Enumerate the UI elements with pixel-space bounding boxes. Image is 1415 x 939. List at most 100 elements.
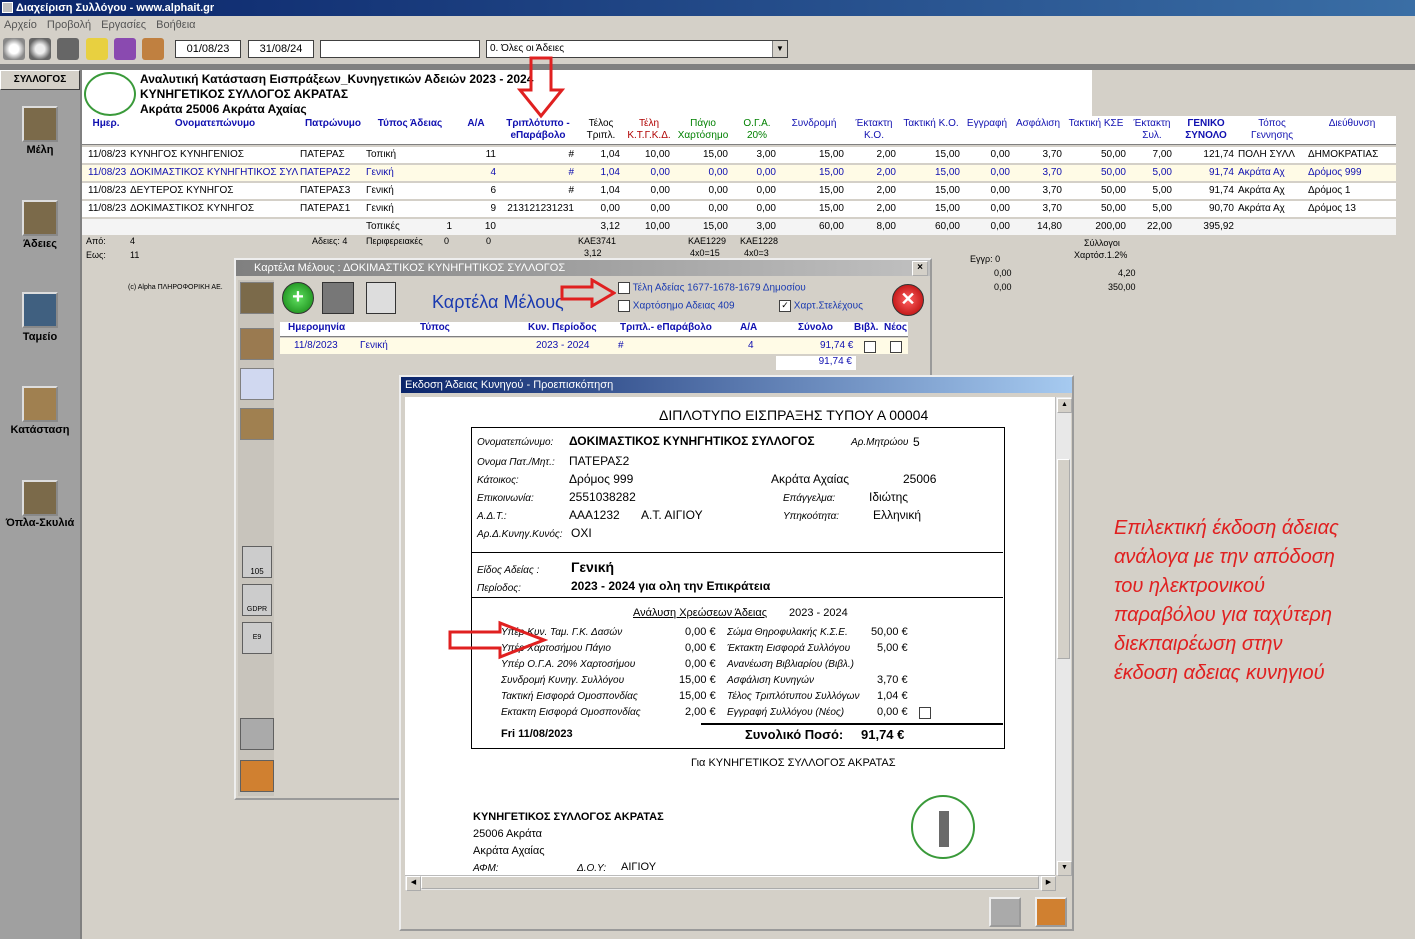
- check-public-fees-label: Τέλη Αδείας 1677-1678-1679 Δημοσίου: [632, 282, 806, 294]
- zero-value-2: 0,00: [994, 282, 1012, 292]
- member-grid-header: Ημερομηνία Τύπος Κυν. Περίοδος Τριπλ.- e…: [280, 322, 908, 337]
- member-card-titlebar: Καρτέλα Μέλους : ΔΟΚΙΜΑΣΤΙΚΟΣ ΚΥΝΗΓΗΤΙΚΟ…: [236, 260, 930, 276]
- scroll-thumb[interactable]: [421, 876, 1039, 889]
- dog-icon[interactable]: [240, 408, 274, 440]
- cell: 60,00: [934, 221, 960, 232]
- checkbox-checked[interactable]: ✓: [779, 300, 791, 312]
- date-to-input[interactable]: 31/08/24: [248, 40, 314, 58]
- dog-icon[interactable]: [22, 386, 58, 422]
- calculator-icon[interactable]: [366, 282, 396, 314]
- scroll-up-icon[interactable]: ▲: [1057, 398, 1072, 413]
- father-value: ΠΑΤΕΡΑΣ2: [569, 454, 630, 468]
- preview-vertical-scrollbar[interactable]: ▲ ▼: [1055, 397, 1072, 876]
- add-icon[interactable]: [3, 38, 25, 60]
- for-club: Για ΚΥΝΗΓΕΤΙΚΟΣ ΣΥΛΛΟΓΟΣ ΑΚΡΑΤΑΣ: [691, 757, 896, 769]
- sidebar-item-cash[interactable]: Ταμείο: [0, 331, 80, 343]
- notes-icon[interactable]: [86, 38, 108, 60]
- cell: 0,00: [650, 203, 670, 214]
- cell: 50,00: [1100, 149, 1126, 160]
- checkbox[interactable]: [864, 341, 876, 353]
- member-grid-row[interactable]: 11/8/2023 Γενική 2023 - 2024 # 4 91,74 €: [280, 338, 908, 354]
- checkbox[interactable]: [618, 282, 630, 294]
- doc-date: Fri 11/08/2023: [501, 728, 573, 740]
- cell: 10,00: [644, 221, 670, 232]
- close-icon[interactable]: ×: [912, 261, 928, 276]
- charge-value: 0,00 €: [685, 642, 716, 654]
- annotation-arrow-right-icon: [560, 278, 616, 308]
- charge-value: 15,00 €: [679, 690, 716, 702]
- cash-icon[interactable]: [22, 292, 58, 328]
- hunter-dog-icon[interactable]: [22, 480, 58, 516]
- col-type: Τύπος: [420, 322, 450, 333]
- preview-horizontal-scrollbar[interactable]: ◀ ▶: [405, 875, 1056, 891]
- print-icon[interactable]: [322, 282, 354, 314]
- divider: [471, 597, 1003, 598]
- exit-icon[interactable]: [240, 760, 274, 792]
- delete-icon[interactable]: [29, 38, 51, 60]
- col-license-type: Τύπος Άδειας: [377, 118, 443, 129]
- cell: 213121231231: [507, 203, 574, 214]
- check-staff-stamp[interactable]: ✓ Χαρτ.Στελέχους: [779, 300, 863, 312]
- form-105-icon[interactable]: 105: [242, 546, 272, 578]
- table-row[interactable]: 11/08/23 ΔΕΥΤΕΡΟΣ ΚΥΝΗΓΟΣ ΠΑΤΕΡΑΣ3 Γενικ…: [82, 183, 1396, 200]
- sidebar-item-status[interactable]: Κατάσταση: [0, 424, 80, 436]
- annotation-text: Επιλεκτική έκδοση άδειας ανάλογα με την …: [1114, 514, 1410, 688]
- exit-button[interactable]: [1035, 897, 1067, 927]
- col-fee: Τέλος Τριπλ.: [586, 118, 616, 141]
- search-input[interactable]: [320, 40, 480, 58]
- app-icon[interactable]: [2, 2, 13, 13]
- close-record-button[interactable]: ✕: [892, 284, 924, 316]
- menu-tasks[interactable]: Εργασίες: [101, 19, 146, 31]
- divider: [701, 723, 1003, 725]
- license-icon[interactable]: [22, 200, 58, 236]
- menu-help[interactable]: Βοήθεια: [156, 19, 195, 31]
- books-icon[interactable]: [114, 38, 136, 60]
- add-record-button[interactable]: +: [282, 282, 314, 314]
- col-new: Νέος: [884, 322, 908, 333]
- cell: Γενική: [366, 185, 394, 196]
- hunter-icon[interactable]: [240, 282, 274, 314]
- chevron-down-icon[interactable]: ▼: [772, 41, 787, 57]
- col-aa: Α/Α: [740, 322, 758, 333]
- doc-title: ΔΙΠΛΟΤΥΠΟ ΕΙΣΠΡΑΞΗΣ ΤΥΠΟΥ Α 00004: [659, 407, 929, 423]
- toolbar: 01/08/23 31/08/24 0. Όλες οι Άδειες ▼: [0, 34, 1415, 65]
- cell: 10,00: [644, 149, 670, 160]
- sidebar-item-members[interactable]: Μέλη: [0, 144, 80, 156]
- scroll-thumb[interactable]: [1057, 459, 1070, 659]
- menu-file[interactable]: Αρχείο: [4, 19, 37, 31]
- license-icon[interactable]: [240, 328, 274, 360]
- checkbox[interactable]: [919, 707, 931, 719]
- sidebar-item-licenses[interactable]: Άδειες: [0, 238, 80, 250]
- table-row-selected[interactable]: 11/08/23 ΔΟΚΙΜΑΣΤΙΚΟΣ ΚΥΝΗΓΗΤΙΚΟΣ ΣΥΛ ΠΑ…: [82, 165, 1396, 182]
- cell: 15,00: [818, 149, 844, 160]
- check-public-fees[interactable]: Τέλη Αδείας 1677-1678-1679 Δημοσίου: [618, 282, 806, 294]
- charge-value: 50,00 €: [871, 626, 908, 638]
- print-icon[interactable]: [240, 718, 274, 750]
- scroll-left-icon[interactable]: ◀: [406, 876, 421, 891]
- exit-icon[interactable]: [142, 38, 164, 60]
- report-title: Αναλυτική Κατάσταση Εισπράξεων_Κυνηγετικ…: [140, 72, 534, 86]
- charges-title: Ανάλυση Χρεώσεων Άδειας: [633, 607, 768, 619]
- form-e9-icon[interactable]: Ε9: [242, 622, 272, 654]
- mail-info-icon[interactable]: [240, 368, 274, 400]
- hunter-icon[interactable]: [22, 106, 58, 142]
- print-icon[interactable]: [57, 38, 79, 60]
- checkbox[interactable]: [618, 300, 630, 312]
- check-stamp[interactable]: Χαρτόσημο Αδειας 409: [618, 300, 735, 312]
- gdpr-icon[interactable]: GDPR: [242, 584, 272, 616]
- table-row[interactable]: 11/08/23 ΔΟΚΙΜΑΣΤΙΚΟΣ ΚΥΝΗΓΟΣ ΠΑΤΕΡΑΣ1 Γ…: [82, 201, 1396, 218]
- checkbox[interactable]: [890, 341, 902, 353]
- col-regular-ko: Τακτική Κ.Ο.: [903, 118, 959, 129]
- cell: 0,00: [990, 185, 1010, 196]
- member-card-heading: Καρτέλα Μέλους: [432, 292, 564, 312]
- divider: [471, 552, 1003, 553]
- menu-view[interactable]: Προβολή: [47, 19, 91, 31]
- scroll-right-icon[interactable]: ▶: [1041, 876, 1056, 891]
- charge-label: Εκτακτη Εισφορά Ομοσπονδίας: [501, 707, 641, 718]
- cell: 3,00: [756, 149, 776, 160]
- table-row[interactable]: 11/08/23 ΚΥΝΗΓΟΣ ΚΥΝΗΓΕΝΙΟΣ ΠΑΤΕΡΑΣ Τοπι…: [82, 147, 1396, 164]
- print-button[interactable]: [989, 897, 1021, 927]
- scroll-down-icon[interactable]: ▼: [1057, 861, 1072, 876]
- date-from-input[interactable]: 01/08/23: [175, 40, 241, 58]
- sidebar-item-guns-dogs[interactable]: Όπλα-Σκυλιά: [0, 517, 80, 529]
